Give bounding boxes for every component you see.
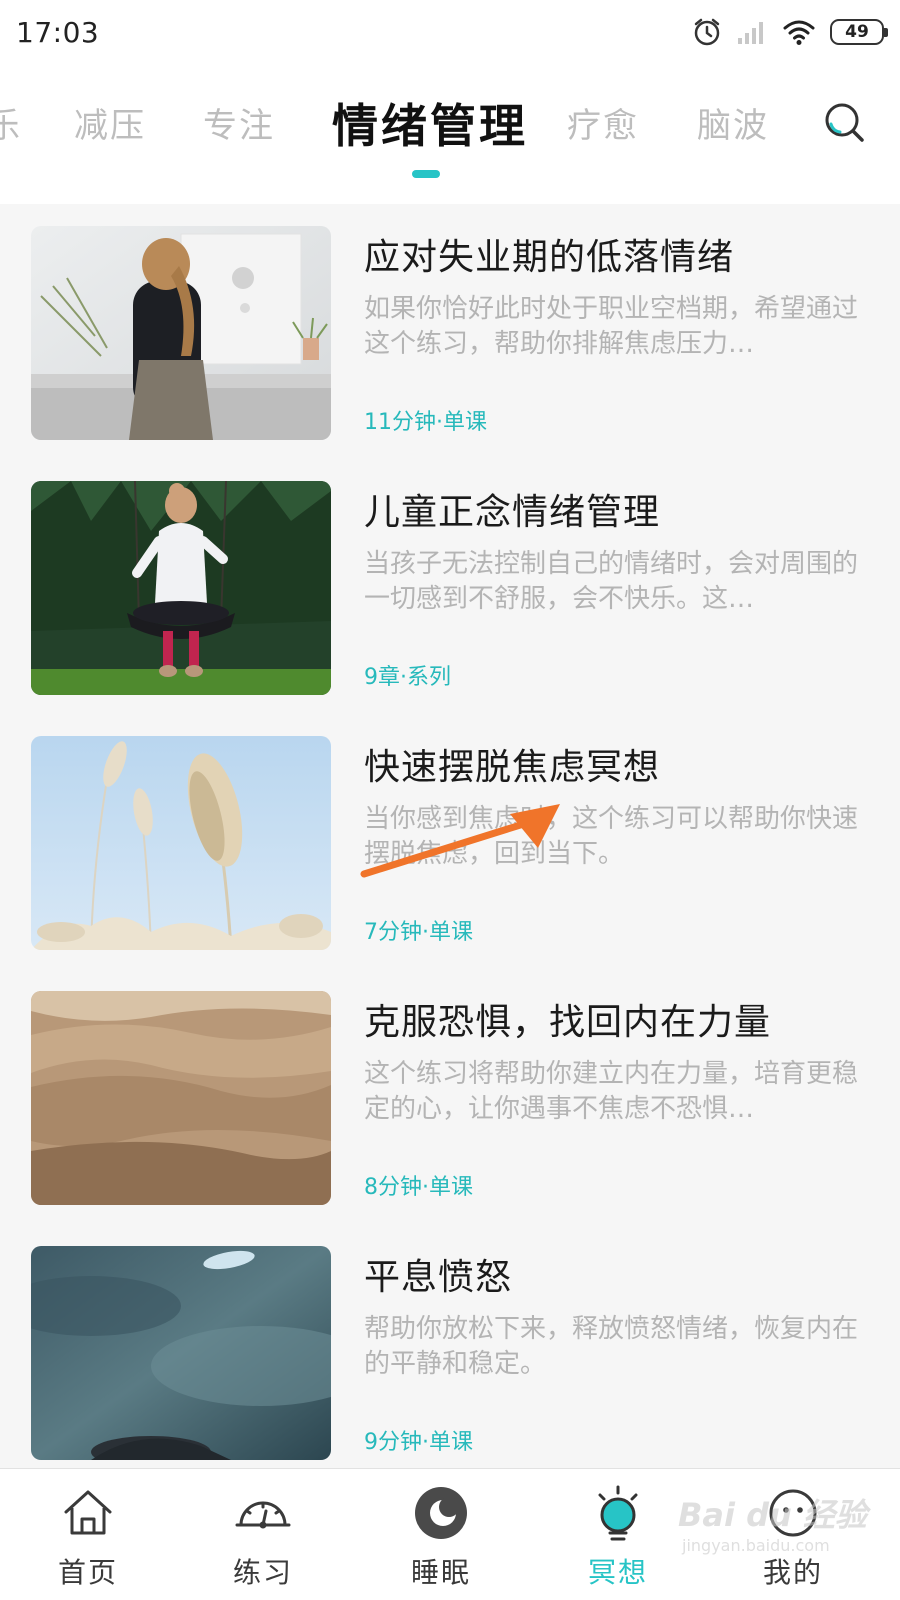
meditation-bulb-icon (598, 1485, 638, 1541)
course-description: 帮助你放松下来，释放愤怒情绪，恢复内在的平静和稳定。 (364, 1314, 859, 1379)
course-thumbnail (31, 226, 331, 440)
bottom-navigation: 首页 练习 睡眠 冥想 我的 (0, 1468, 900, 1600)
course-card[interactable]: 平息愤怒 帮助你放松下来，释放愤怒情绪，恢复内在的平静和稳定。 9分钟·单课 (0, 1224, 900, 1464)
tab-focus[interactable]: 专注 (203, 98, 275, 147)
course-meta: 9分钟·单课 (364, 1430, 473, 1455)
nav-label: 我的 (762, 1556, 823, 1589)
course-title: 儿童正念情绪管理 (364, 492, 661, 533)
course-meta: 7分钟·单课 (364, 920, 473, 945)
course-meta: 8分钟·单课 (364, 1175, 473, 1200)
active-tab-indicator (412, 170, 440, 178)
course-card[interactable]: 克服恐惧，找回内在力量 这个练习将帮助你建立内在力量，培育更稳定的心，让你遇事不… (0, 969, 900, 1209)
status-time: 17:03 (16, 15, 100, 49)
course-card[interactable]: 儿童正念情绪管理 当孩子无法控制自己的情绪时，会对周围的一切感到不舒服，会不快乐… (0, 459, 900, 699)
nav-label: 练习 (232, 1556, 293, 1589)
course-thumbnail (31, 481, 331, 695)
nav-label: 首页 (57, 1556, 118, 1589)
course-title: 快速摆脱焦虑冥想 (364, 747, 661, 788)
course-description: 这个练习将帮助你建立内在力量，培育更稳定的心，让你遇事不焦虑不恐惧… (364, 1059, 859, 1124)
status-bar: 17:03 49 (0, 0, 900, 64)
search-icon[interactable] (820, 98, 870, 148)
tab-music[interactable]: 乐 (0, 98, 22, 147)
gauge-icon (235, 1501, 291, 1529)
tab-stress-relief[interactable]: 减压 (74, 98, 146, 147)
course-title: 平息愤怒 (364, 1257, 513, 1298)
tab-healing[interactable]: 疗愈 (567, 98, 639, 147)
course-thumbnail (31, 736, 331, 950)
nav-home[interactable]: 首页 (28, 1479, 148, 1599)
course-card[interactable]: 应对失业期的低落情绪 如果你恰好此时处于职业空档期，希望通过这个练习，帮助你排解… (0, 204, 900, 444)
nav-sleep[interactable]: 睡眠 (381, 1479, 501, 1599)
course-list: 应对失业期的低落情绪 如果你恰好此时处于职业空档期，希望通过这个练习，帮助你排解… (0, 204, 900, 1468)
course-description: 当你感到焦虑时，这个练习可以帮助你快速摆脱焦虑，回到当下。 (364, 804, 859, 869)
course-card[interactable]: 快速摆脱焦虑冥想 当你感到焦虑时，这个练习可以帮助你快速摆脱焦虑，回到当下。 7… (0, 714, 900, 954)
status-icons: 49 (692, 17, 888, 47)
tab-emotion-management[interactable]: 情绪管理 (332, 90, 528, 156)
course-title: 应对失业期的低落情绪 (364, 237, 735, 278)
course-meta: 9章·系列 (364, 665, 451, 690)
cellular-signal-icon (738, 22, 763, 44)
tab-brainwave[interactable]: 脑波 (697, 98, 769, 147)
course-title: 克服恐惧，找回内在力量 (364, 1002, 772, 1043)
nav-label: 睡眠 (410, 1556, 471, 1589)
category-tabs: 乐 减压 专注 情绪管理 疗愈 脑波 (0, 64, 900, 204)
nav-profile[interactable]: 我的 (733, 1479, 853, 1599)
nav-practice[interactable]: 练习 (203, 1479, 323, 1599)
wifi-icon (783, 20, 815, 45)
alarm-clock-icon (694, 18, 720, 46)
moon-icon (415, 1487, 467, 1539)
nav-label: 冥想 (587, 1556, 648, 1589)
nav-meditation[interactable]: 冥想 (558, 1479, 678, 1599)
course-description: 如果你恰好此时处于职业空档期，希望通过这个练习，帮助你排解焦虑压力… (364, 294, 859, 359)
course-meta: 11分钟·单课 (364, 410, 487, 435)
app-screen: 17:03 49 乐 减压 专注 情绪管理 疗愈 脑波 应对失业期的低落情绪 如… (0, 0, 900, 1600)
course-thumbnail (31, 1246, 331, 1460)
battery-level: 49 (845, 22, 869, 42)
profile-face-icon (769, 1489, 817, 1537)
course-thumbnail (31, 991, 331, 1205)
home-icon (64, 1490, 112, 1535)
course-description: 当孩子无法控制自己的情绪时，会对周围的一切感到不舒服，会不快乐。这… (364, 549, 859, 614)
battery-indicator: 49 (830, 19, 888, 45)
